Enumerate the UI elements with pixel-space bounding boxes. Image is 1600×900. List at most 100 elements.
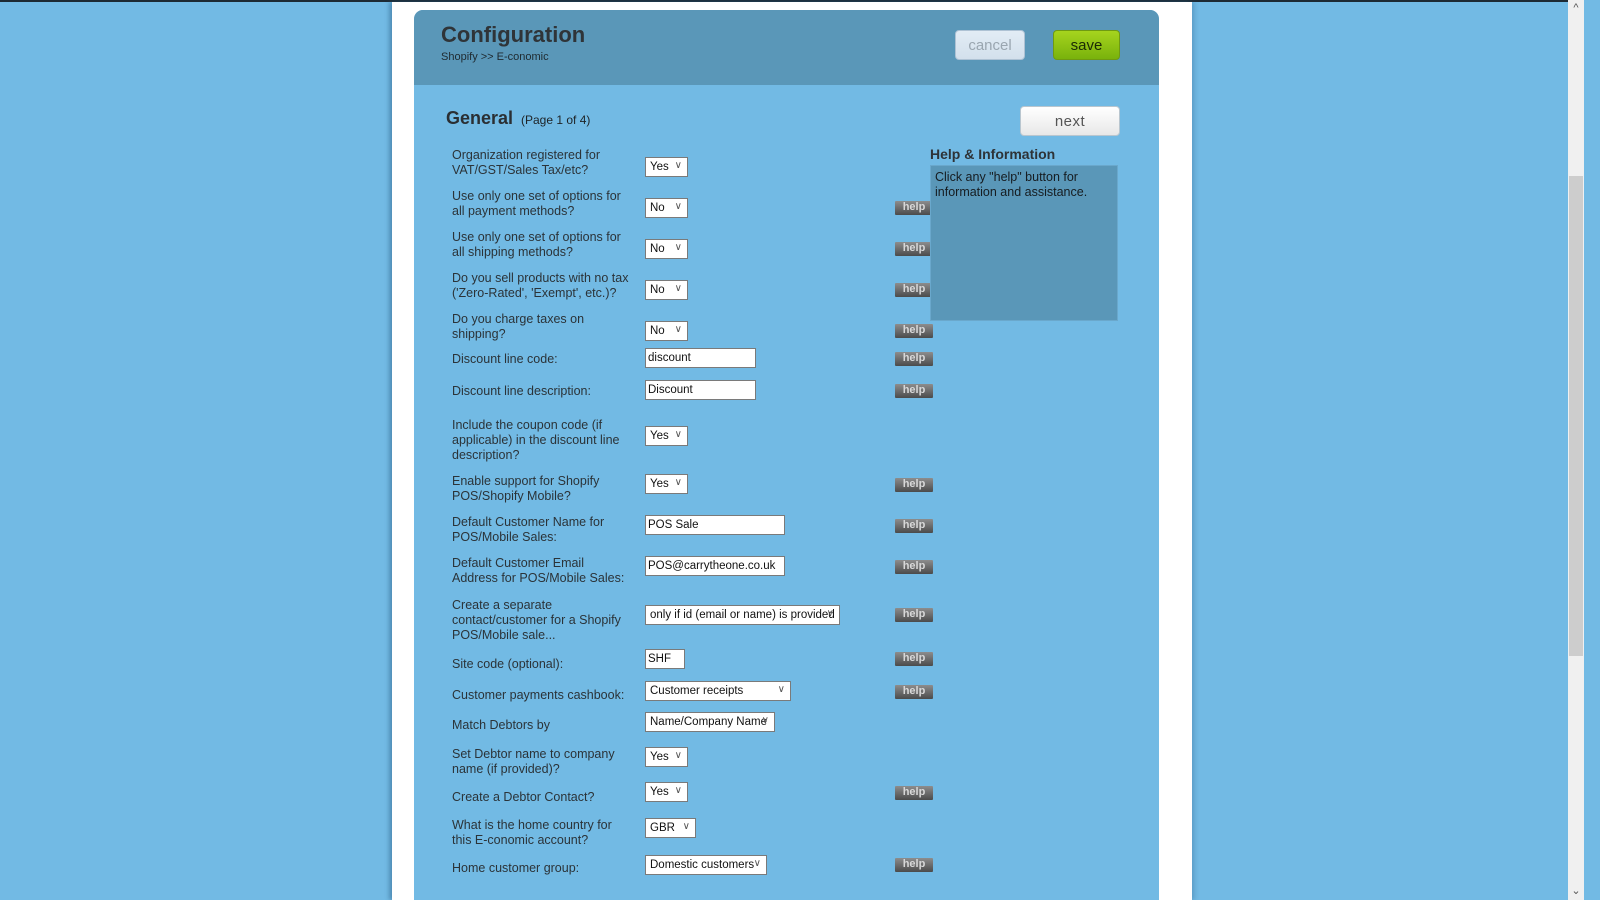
section-title: General [446, 108, 514, 128]
field-label: Create a separate contact/customer for a… [452, 598, 621, 642]
field-value: POS@carrytheone.co.uk [648, 560, 776, 572]
chevron-down-icon: ∨ [674, 750, 682, 761]
help-button[interactable]: help [895, 519, 933, 533]
field-value: No [650, 284, 665, 296]
select-field[interactable]: Yes ∨ [645, 747, 688, 767]
chevron-down-icon: ∨ [674, 785, 682, 796]
select-field[interactable]: No ∨ [645, 321, 688, 341]
help-panel-title: Help & Information [930, 146, 1056, 162]
select-field[interactable]: No ∨ [645, 198, 688, 218]
field-label: Use only one set of options for all paym… [452, 189, 621, 218]
help-button[interactable]: help [895, 352, 933, 366]
field-value: Yes [650, 786, 669, 798]
field-value: Yes [650, 751, 669, 763]
scrollbar-thumb[interactable] [1569, 176, 1583, 656]
field-label: Default Customer Email Address for POS/M… [452, 556, 625, 585]
field-label: Match Debtors by [452, 718, 550, 732]
chevron-down-icon: ∨ [753, 858, 761, 869]
field-label: Discount line code: [452, 352, 558, 366]
select-field[interactable]: No ∨ [645, 280, 688, 300]
text-input[interactable]: POS@carrytheone.co.uk [645, 556, 785, 576]
breadcrumb: Shopify >> E-conomic [441, 51, 549, 63]
chevron-down-icon: ∨ [761, 715, 769, 726]
field-value: Yes [650, 161, 669, 173]
select-field[interactable]: Yes ∨ [645, 474, 688, 494]
field-value: SHF [648, 653, 671, 665]
help-button[interactable]: help [895, 201, 933, 215]
select-field[interactable]: only if id (email or name) is provided ∨ [645, 605, 840, 625]
scroll-up-arrow-icon[interactable]: ^ [1568, 0, 1584, 17]
field-label: Site code (optional): [452, 657, 564, 671]
select-field[interactable]: Domestic customers ∨ [645, 855, 767, 875]
select-field[interactable]: Yes ∨ [645, 782, 688, 802]
field-value: Yes [650, 478, 669, 490]
field-label: Include the coupon code (if applicable) … [452, 418, 620, 462]
scroll-down-arrow-icon[interactable]: ⌄ [1568, 883, 1584, 900]
select-field[interactable]: Yes ∨ [645, 426, 688, 446]
chevron-down-icon: ∨ [674, 283, 682, 294]
field-value: No [650, 325, 665, 337]
field-value: GBR [650, 822, 675, 834]
select-field[interactable]: No ∨ [645, 239, 688, 259]
field-value: Domestic customers [650, 859, 755, 871]
chevron-down-icon: ∨ [674, 242, 682, 253]
field-label: Home customer group: [452, 861, 580, 875]
page-title: Configuration [441, 22, 586, 47]
field-value: POS Sale [648, 519, 699, 531]
chevron-down-icon: ∨ [682, 821, 690, 832]
field-value: Discount [648, 384, 693, 396]
select-field[interactable]: Customer receipts ∨ [645, 681, 791, 701]
help-button[interactable]: help [895, 685, 933, 699]
chevron-down-icon: ∨ [674, 429, 682, 440]
panel-header: Configuration Shopify >> E-conomic cance… [414, 10, 1159, 85]
field-label: Enable support for Shopify POS/Shopify M… [452, 474, 600, 503]
help-button[interactable]: help [895, 242, 933, 256]
field-value: No [650, 243, 665, 255]
field-label: Use only one set of options for all ship… [452, 230, 621, 259]
field-label: Organization registered for VAT/GST/Sale… [452, 148, 600, 177]
page-indicator: (Page 1 of 4) [521, 113, 591, 127]
right-edge [1584, 0, 1600, 900]
field-value: only if id (email or name) is provided [650, 609, 835, 621]
text-input[interactable]: discount [645, 348, 756, 368]
field-label: Do you sell products with no tax ('Zero-… [452, 271, 629, 300]
config-panel: Configuration Shopify >> E-conomic cance… [414, 10, 1159, 900]
field-label: Set Debtor name to company name (if prov… [452, 747, 615, 776]
cancel-button[interactable]: cancel [955, 30, 1025, 60]
help-button[interactable]: help [895, 652, 933, 666]
chevron-down-icon: ∨ [674, 160, 682, 171]
chevron-down-icon: ∨ [777, 684, 785, 695]
field-label: Do you charge taxes on shipping? [452, 312, 585, 341]
help-button[interactable]: help [895, 786, 933, 800]
field-value: Name/Company Name [650, 716, 767, 728]
help-button[interactable]: help [895, 608, 933, 622]
field-label: Discount line description: [452, 384, 591, 398]
next-button[interactable]: next [1020, 106, 1120, 136]
field-value: Yes [650, 430, 669, 442]
field-label: Default Customer Name for POS/Mobile Sal… [452, 515, 605, 544]
field-label: Create a Debtor Contact? [452, 790, 595, 804]
select-field[interactable]: GBR ∨ [645, 818, 696, 838]
text-input[interactable]: POS Sale [645, 515, 785, 535]
save-button[interactable]: save [1053, 30, 1120, 60]
text-input[interactable]: Discount [645, 380, 756, 400]
field-value: Customer receipts [650, 685, 744, 697]
chevron-down-icon: ∨ [674, 201, 682, 212]
help-button[interactable]: help [895, 560, 933, 574]
field-label: Customer payments cashbook: [452, 688, 625, 702]
help-button[interactable]: help [895, 478, 933, 492]
chevron-down-icon: ∨ [674, 324, 682, 335]
select-field[interactable]: Name/Company Name ∨ [645, 712, 775, 732]
field-label: What is the home country for this E-cono… [452, 818, 612, 847]
help-button[interactable]: help [895, 324, 933, 338]
help-button[interactable]: help [895, 283, 933, 297]
select-field[interactable]: Yes ∨ [645, 157, 688, 177]
chevron-down-icon: ∨ [826, 608, 834, 619]
help-panel-box: Click any "help" button for information … [930, 165, 1118, 321]
help-button[interactable]: help [895, 858, 933, 872]
vertical-scrollbar[interactable]: ^ ⌄ [1568, 0, 1584, 900]
field-value: No [650, 202, 665, 214]
chevron-down-icon: ∨ [674, 477, 682, 488]
text-input[interactable]: SHF [645, 649, 685, 669]
help-button[interactable]: help [895, 384, 933, 398]
